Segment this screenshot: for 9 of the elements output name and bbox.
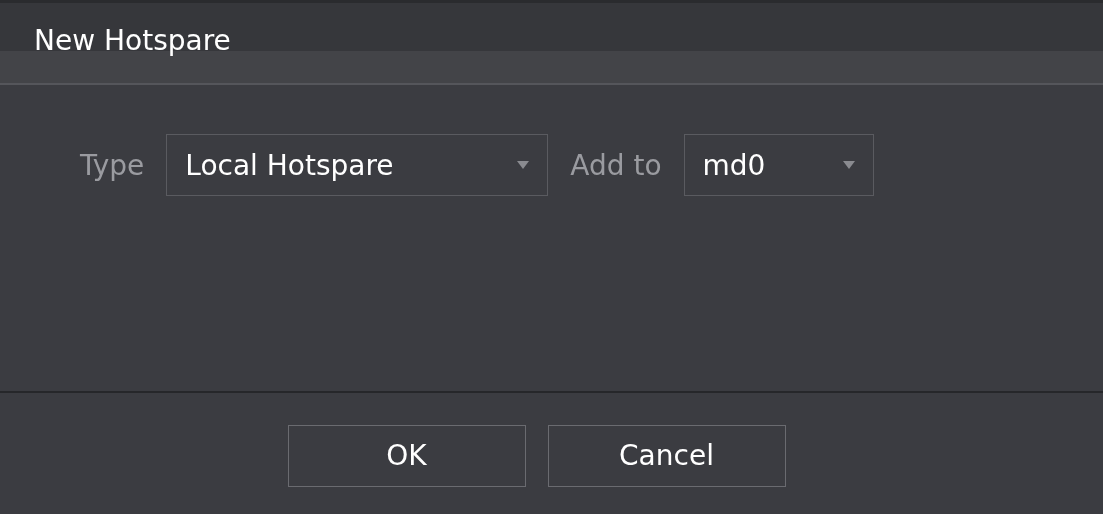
dropdown[interactable]: Local Hotspare [166, 134, 549, 196]
dialog-button[interactable]: Cancel [547, 424, 786, 487]
caret-icon [842, 161, 855, 169]
dropdown[interactable]: md0 [683, 134, 874, 196]
dialog-button[interactable]: OK [287, 424, 526, 487]
field-label: Type [80, 148, 145, 182]
dialog-title: New Hotspare [34, 23, 231, 57]
caret-icon [517, 161, 530, 169]
field-label: Add to [570, 148, 662, 182]
